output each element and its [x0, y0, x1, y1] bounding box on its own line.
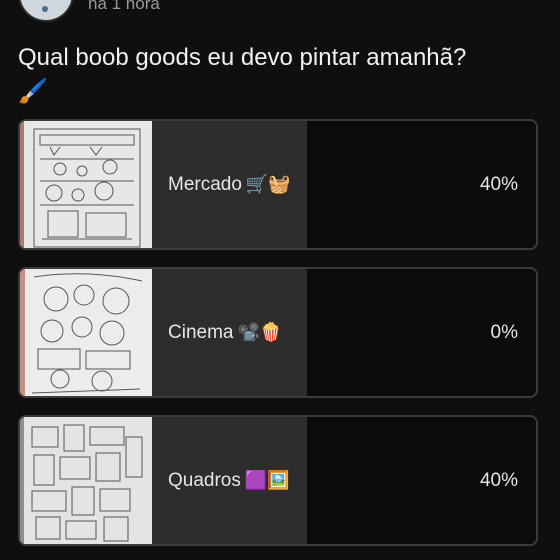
paintbrush-icon: 🖌️: [18, 78, 48, 105]
projector-popcorn-icon: 📽️🍿: [237, 322, 283, 342]
poll-option-label: Quadros: [168, 469, 241, 491]
post-header: há 1 hora: [0, 0, 560, 22]
coloring-page-thumbnail: [20, 121, 152, 248]
coloring-page-thumbnail: [20, 269, 152, 396]
avatar-detail: [42, 6, 48, 12]
post-time: há 1 hora: [88, 0, 160, 13]
coloring-page-thumbnail: [20, 417, 152, 544]
poll-option-quadros[interactable]: Quadros 🟪🖼️ 40%: [18, 415, 538, 546]
poll-option-cinema[interactable]: Cinema 📽️🍿 0%: [18, 267, 538, 398]
poll-option-label-group: Quadros 🟪🖼️: [168, 417, 290, 544]
poll-question-text: Qual boob goods eu devo pintar amanhã?: [18, 44, 467, 71]
poll-option-mercado[interactable]: Mercado 🛒🧺 40%: [18, 119, 538, 250]
poll-option-percent: 40%: [479, 173, 518, 195]
purple-square-frame-icon: 🟪🖼️: [244, 470, 290, 490]
poll-option-percent: 40%: [479, 469, 518, 491]
poll-question: Qual boob goods eu devo pintar amanhã? 🖌…: [18, 42, 538, 108]
avatar[interactable]: [18, 0, 74, 22]
cart-basket-icon: 🛒🧺: [245, 174, 291, 194]
poll-option-label: Cinema: [168, 321, 234, 343]
poll-option-label-group: Cinema 📽️🍿: [168, 269, 282, 396]
poll-option-label: Mercado: [168, 173, 242, 195]
poll-option-label-group: Mercado 🛒🧺: [168, 121, 291, 248]
poll-option-percent: 0%: [490, 321, 518, 343]
